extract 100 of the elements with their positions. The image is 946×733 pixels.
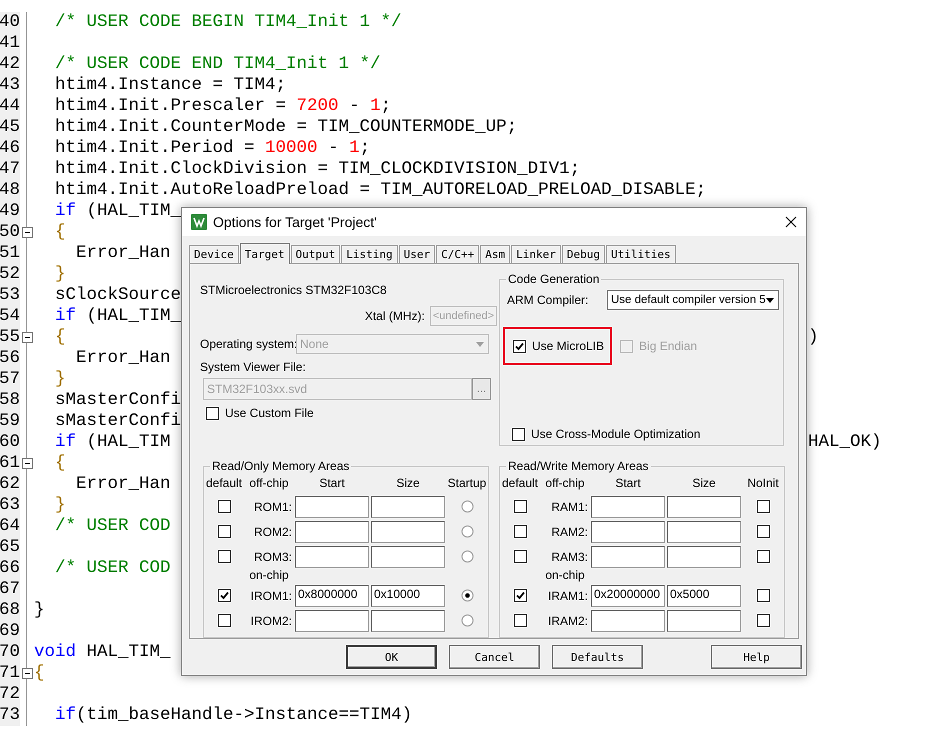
collapse-icon[interactable] <box>22 668 32 679</box>
radio-button[interactable] <box>460 614 474 627</box>
checkbox[interactable] <box>756 614 770 627</box>
code-line: { <box>54 453 66 474</box>
checkbox[interactable] <box>756 589 770 602</box>
checkbox[interactable] <box>756 525 770 538</box>
size-field[interactable] <box>371 610 445 632</box>
checkbox[interactable] <box>756 550 770 563</box>
radio-button[interactable] <box>460 589 474 602</box>
code-line: htim4.Instance = TIM4; <box>54 75 286 96</box>
code-line: htim4.Init.AutoReloadPreload = TIM_AUTORELOAD_PRELOAD_DISABLE; <box>54 180 706 201</box>
line-number: 72 <box>0 684 20 705</box>
window-title: Options for Target 'Project' <box>213 214 378 230</box>
tab[interactable]: Linker <box>511 245 561 263</box>
start-field[interactable] <box>591 496 665 518</box>
size-field[interactable] <box>371 496 445 518</box>
checkbox[interactable] <box>218 525 230 538</box>
line-number: 44 <box>0 96 20 117</box>
checkbox[interactable] <box>756 500 770 513</box>
row-label: IROM1: <box>250 588 293 602</box>
radio-button[interactable] <box>460 525 474 538</box>
group-title: Read/Write Memory Areas <box>506 459 650 473</box>
line-number: 49 <box>0 201 20 222</box>
collapse-icon[interactable] <box>22 332 32 343</box>
code-line: /* USER CODE END TIM4_Init 1 */ <box>54 54 381 75</box>
start-field[interactable] <box>591 610 665 632</box>
tab[interactable]: User <box>398 245 436 263</box>
group-title: Read/Only Memory Areas <box>210 459 352 473</box>
dialog-button[interactable]: Help <box>711 645 802 669</box>
column-header: Size <box>691 476 717 492</box>
checkbox[interactable] <box>514 500 526 513</box>
line-number: 68 <box>0 600 20 621</box>
checkbox[interactable] <box>513 340 526 352</box>
line-number: 56 <box>0 348 20 369</box>
tab[interactable]: Output <box>290 245 340 263</box>
size-field[interactable]: 0x10000 <box>371 584 445 606</box>
size-field[interactable]: 0x5000 <box>667 584 741 606</box>
start-field[interactable] <box>591 546 665 568</box>
dialog-button[interactable]: OK <box>346 645 437 669</box>
size-field[interactable] <box>667 496 741 518</box>
radio-button[interactable] <box>460 500 474 513</box>
line-number: 73 <box>0 705 20 726</box>
checkbox[interactable] <box>514 550 526 563</box>
code-line: /* USER COD <box>54 558 171 579</box>
line-number: 66 <box>0 558 20 579</box>
field-label: Operating system: <box>200 337 296 351</box>
start-field[interactable] <box>295 610 369 632</box>
field-label: System Viewer File: <box>200 360 307 374</box>
checkbox[interactable] <box>514 614 526 627</box>
tab[interactable]: Utilities <box>606 245 676 263</box>
code-line: /* USER CODE BEGIN TIM4_Init 1 */ <box>54 12 402 33</box>
code-line: { <box>34 663 45 684</box>
line-number: 46 <box>0 138 20 159</box>
tab[interactable]: C/C++ <box>436 245 480 263</box>
checkbox[interactable] <box>514 589 526 602</box>
start-field[interactable]: 0x8000000 <box>295 584 369 606</box>
app-icon <box>191 214 207 230</box>
collapse-icon[interactable] <box>22 227 32 238</box>
line-number: 59 <box>0 411 20 432</box>
size-field[interactable] <box>667 520 741 542</box>
section-label: on-chip <box>248 569 290 583</box>
start-field[interactable] <box>295 496 369 518</box>
row-label: ROM3: <box>252 550 293 564</box>
tab[interactable]: Target <box>240 243 290 264</box>
close-icon <box>785 216 797 228</box>
radio-button[interactable] <box>460 550 474 563</box>
device-name: STMicroelectronics STM32F103C8 <box>200 283 388 297</box>
code-line: htim4.Init.ClockDivision = TIM_CLOCKDIVISION_DIV1; <box>54 159 580 180</box>
line-number: 47 <box>0 159 20 180</box>
column-header: Size <box>395 476 421 492</box>
start-field[interactable] <box>295 520 369 542</box>
checkbox[interactable] <box>206 406 219 420</box>
size-field[interactable] <box>371 520 445 542</box>
column-header: Start <box>614 476 642 492</box>
size-field[interactable] <box>667 546 741 568</box>
checkbox[interactable] <box>218 589 230 602</box>
code-line: if (HAL_TIM_ <box>54 306 182 327</box>
tab[interactable]: Listing <box>341 245 398 263</box>
line-number: 60 <box>0 432 20 453</box>
collapse-icon[interactable] <box>22 458 32 469</box>
dialog-button[interactable]: Defaults <box>552 645 643 669</box>
size-field[interactable] <box>371 546 445 568</box>
start-field[interactable] <box>591 520 665 542</box>
dialog-button[interactable]: Cancel <box>449 645 540 669</box>
size-field[interactable] <box>667 610 741 632</box>
start-field[interactable]: 0x20000000 <box>591 584 665 606</box>
column-header: default <box>204 476 244 492</box>
tab[interactable]: Debug <box>562 245 605 263</box>
tab[interactable]: Asm <box>480 245 510 263</box>
checkbox[interactable] <box>218 614 230 627</box>
checkbox[interactable] <box>218 500 230 513</box>
start-field[interactable] <box>295 546 369 568</box>
checkbox[interactable] <box>512 428 525 440</box>
tab[interactable]: Device <box>189 245 239 263</box>
line-number: 45 <box>0 117 20 138</box>
group-title: Code Generation <box>506 272 602 286</box>
compiler-dropdown[interactable]: Use default compiler version 5 <box>607 290 779 310</box>
checkbox[interactable] <box>514 525 526 538</box>
code-line: htim4.Init.Period = 10000 - 1; <box>54 138 370 159</box>
checkbox[interactable] <box>218 550 230 563</box>
